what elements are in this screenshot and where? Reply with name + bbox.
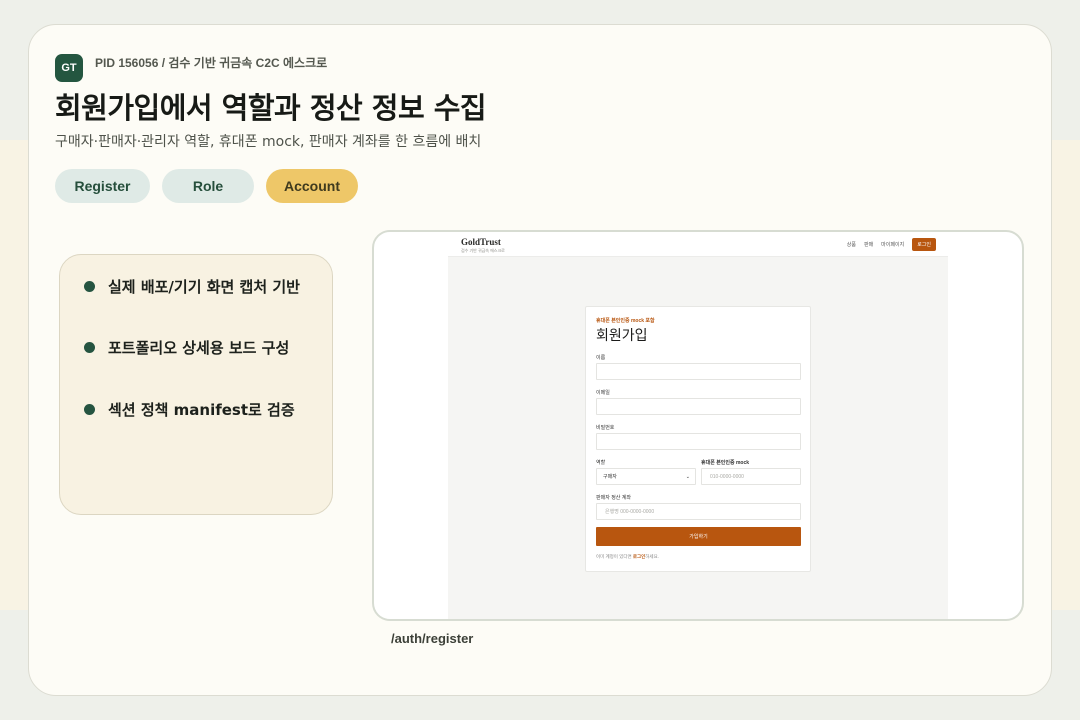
- note-item: 포트폴리오 상세용 보드 구성: [84, 337, 289, 358]
- chip-role[interactable]: Role: [162, 169, 254, 203]
- nav-sell[interactable]: 판매: [864, 241, 873, 248]
- email-label: 이메일: [596, 390, 610, 396]
- bullet-icon: [84, 404, 95, 415]
- login-prompt-prefix: 이미 계정이 있다면: [596, 554, 633, 559]
- chip-account[interactable]: Account: [266, 169, 358, 203]
- notes-panel: 실제 배포/기기 화면 캡처 기반 포트폴리오 상세용 보드 구성 섹션 정책 …: [59, 254, 333, 515]
- brand-tagline: 검수 기반 귀금속 에스크로: [461, 248, 505, 253]
- portfolio-board: GT PID 156056 / 검수 기반 귀금속 C2C 에스크로 회원가입에…: [28, 24, 1052, 696]
- role-select[interactable]: 구매자 ⌄: [596, 468, 696, 485]
- login-prompt-suffix: 하세요.: [645, 554, 659, 559]
- project-badge: GT: [55, 54, 83, 82]
- phone-input[interactable]: 010-0000-0000: [701, 468, 801, 485]
- role-value: 구매자: [603, 474, 617, 480]
- note-item: 섹션 정책 manifest로 검증: [84, 399, 295, 420]
- page-subtitle: 구매자·판매자·관리자 역할, 휴대폰 mock, 판매자 계좌를 한 흐름에 …: [55, 134, 482, 150]
- note-text: 섹션 정책 manifest로 검증: [108, 401, 295, 419]
- nav-products[interactable]: 상품: [847, 241, 856, 248]
- account-placeholder: 은행명 000-0000-0000: [605, 509, 655, 515]
- bullet-icon: [84, 342, 95, 353]
- project-id: PID 156056 / 검수 기반 귀금속 C2C 에스크로: [95, 55, 328, 70]
- password-label: 비밀번호: [596, 425, 615, 431]
- login-link[interactable]: 로그인: [633, 554, 645, 559]
- password-input[interactable]: [596, 433, 801, 450]
- note-text: 포트폴리오 상세용 보드 구성: [108, 339, 290, 357]
- phone-label: 휴대폰 본인인증 mock: [701, 460, 750, 466]
- route-caption: /auth/register: [391, 631, 474, 646]
- form-title: 회원가입: [596, 328, 648, 344]
- note-item: 실제 배포/기기 화면 캡처 기반: [84, 276, 300, 297]
- name-label: 이름: [596, 355, 606, 361]
- note-text: 실제 배포/기기 화면 캡처 기반: [108, 278, 300, 296]
- nav-links: 상품 판매 마이페이지 로그인: [847, 238, 936, 251]
- bullet-icon: [84, 281, 95, 292]
- account-label: 판매자 정산 계좌: [596, 495, 631, 501]
- account-input[interactable]: 은행명 000-0000-0000: [596, 503, 801, 520]
- project-id-row: GT PID 156056 / 검수 기반 귀금속 C2C 에스크로: [55, 54, 327, 82]
- register-card: 휴대폰 본인인증 mock 포함 회원가입 이름 이메일 비밀번호 역할 구매자…: [585, 306, 811, 572]
- brand-logo[interactable]: GoldTrust: [461, 237, 501, 247]
- screenshot-frame: GoldTrust 검수 기반 귀금속 에스크로 상품 판매 마이페이지 로그인…: [372, 230, 1024, 621]
- screenshot-page: GoldTrust 검수 기반 귀금속 에스크로 상품 판매 마이페이지 로그인…: [448, 232, 948, 619]
- phone-placeholder: 010-0000-0000: [710, 473, 744, 480]
- site-nav: GoldTrust 검수 기반 귀금속 에스크로 상품 판매 마이페이지 로그인: [448, 232, 948, 257]
- step-chips: Register Role Account: [55, 169, 358, 203]
- login-button[interactable]: 로그인: [912, 238, 936, 251]
- email-input[interactable]: [596, 398, 801, 415]
- page-title: 회원가입에서 역할과 정산 정보 수집: [55, 91, 487, 125]
- nav-mypage[interactable]: 마이페이지: [881, 241, 904, 248]
- form-eyebrow: 휴대폰 본인인증 mock 포함: [596, 318, 655, 324]
- chip-register[interactable]: Register: [55, 169, 150, 203]
- chevron-down-icon: ⌄: [685, 473, 690, 480]
- register-submit-button[interactable]: 가입하기: [596, 527, 801, 546]
- role-label: 역할: [596, 460, 606, 466]
- name-input[interactable]: [596, 363, 801, 380]
- login-prompt: 이미 계정이 있다면 로그인하세요.: [596, 554, 659, 560]
